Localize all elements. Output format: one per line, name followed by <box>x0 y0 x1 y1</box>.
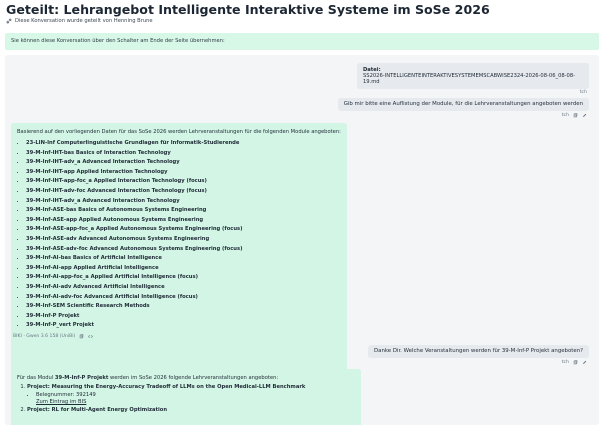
user-message-2: Danke Dir. Welche Veranstaltungen werden… <box>367 345 589 358</box>
copy-icon[interactable] <box>573 360 578 365</box>
module-list-item: 39-M-Inf-AI-adv Advanced Artificial Inte… <box>26 283 341 293</box>
module-list-item: 39-M-Inf-IHT-adv-foc Advanced Interactio… <box>26 187 341 197</box>
page-title: Geteilt: Lehrangebot Intelligente Intera… <box>6 2 490 17</box>
module-list-item: 39-M-Inf-AI-app Applied Artificial Intel… <box>26 264 341 274</box>
user-message-1-meta: tch <box>562 113 587 118</box>
ai-message-2: Für das Modul 39-M-Inf-P Projekt werden … <box>11 369 361 425</box>
module-list-item: 39-M-Inf-AI-app-foc_a Applied Artificial… <box>26 273 341 283</box>
course-list: Project: Measuring the Energy-Accuracy T… <box>17 384 355 413</box>
ai-message-1-meta: BIKI · Gwen 3.6 158 (UniBi) <box>13 334 94 339</box>
course-item: Project: RL for Multi-Agent Energy Optim… <box>27 407 355 413</box>
module-list-item: 39-M-Inf-AI-adv-foc Advanced Artificial … <box>26 293 341 303</box>
course-title: Project: Measuring the Energy-Accuracy T… <box>27 384 306 390</box>
intro-module: 39-M-Inf-P Projekt <box>54 375 109 381</box>
module-list-item: 39-M-Inf-ASE-adv Advanced Autonomous Sys… <box>26 235 341 245</box>
file-name[interactable]: SS2026-INTELLIGENTEINTERAKTIVESYSTEMEMSC… <box>363 73 583 85</box>
intro-text: Für das Modul <box>17 375 55 381</box>
belegnummer: Belegnummer: 392149 <box>36 392 355 398</box>
module-list-item: 39-M-Inf-IHT-app Applied Interaction Tec… <box>26 168 341 178</box>
course-title: Project: RL for Multi-Agent Energy Optim… <box>27 407 168 413</box>
intro-text: werden im SoSe 2026 folgende Lehrveranst… <box>108 375 279 381</box>
module-list-item: 39-M-Inf-ASE-app Applied Autonomous Syst… <box>26 216 341 226</box>
ai-message-1-model: BIKI · Gwen 3.6 158 (UniBi) <box>13 334 76 339</box>
ai-message-1-intro: Basierend auf den vorliegenden Daten für… <box>17 129 341 135</box>
chat-panel: Datei: SS2026-INTELLIGENTEINTERAKTIVESYS… <box>5 55 599 425</box>
edit-icon[interactable] <box>582 113 587 118</box>
ai-message-2-intro: Für das Modul 39-M-Inf-P Projekt werden … <box>17 375 355 381</box>
module-list-item: 39-M-Inf-SEM Scientific Research Methods <box>26 302 341 312</box>
edit-icon[interactable] <box>582 360 587 365</box>
module-list-item: 39-M-Inf-IHT-bas Basics of Interaction T… <box>26 149 341 159</box>
bis-link[interactable]: Zum Eintrag im BIS <box>36 399 86 405</box>
module-list: 23-LIN-Inf Computerlinguistische Grundla… <box>17 139 341 331</box>
module-list-item: 39-M-Inf-P Projekt <box>26 312 341 322</box>
module-list-item: 39-M-Inf-ASE-adv-foc Advanced Autonomous… <box>26 245 341 255</box>
user-message-1: Gib mir bitte eine Auflistung der Module… <box>337 98 589 111</box>
course-details: Belegnummer: 392149 Zum Eintrag im BIS <box>27 392 355 405</box>
module-list-item: 39-M-Inf-IHT-adv_a Advanced Interaction … <box>26 158 341 168</box>
module-list-item: 39-M-Inf-IHT-adv_a Advanced Interaction … <box>26 197 341 207</box>
file-message: Datei: SS2026-INTELLIGENTEINTERAKTIVESYS… <box>357 63 589 89</box>
takeover-notice: Sie können diese Konversation über den S… <box>5 33 599 50</box>
code-icon[interactable] <box>88 334 94 339</box>
user-message-1-author: tch <box>561 113 569 118</box>
user-message-2-meta: tch <box>562 360 587 365</box>
module-list-item: 39-M-Inf-ASE-app-foc_a Applied Autonomou… <box>26 225 341 235</box>
shared-by-line: Diese Konversation wurde geteilt von Hen… <box>6 18 153 24</box>
module-list-item: 39-M-Inf-ASE-bas Basics of Autonomous Sy… <box>26 206 341 216</box>
module-list-item: 39-M-Inf-AI-bas Basics of Artificial Int… <box>26 254 341 264</box>
module-list-item: 39-M-Inf-P_vert Projekt <box>26 321 341 331</box>
course-item: Project: Measuring the Energy-Accuracy T… <box>27 384 355 405</box>
module-list-item: 39-M-Inf-IHT-app-foc_a Applied Interacti… <box>26 177 341 187</box>
user-message-2-author: tch <box>561 360 569 365</box>
file-message-author: tch <box>579 90 587 95</box>
module-list-item: 23-LIN-Inf Computerlinguistische Grundla… <box>26 139 341 149</box>
shared-by-text: Diese Konversation wurde geteilt von Hen… <box>15 18 153 24</box>
copy-icon[interactable] <box>79 334 84 339</box>
ai-message-1: Basierend auf den vorliegenden Daten für… <box>11 123 347 387</box>
copy-icon[interactable] <box>573 113 578 118</box>
link-icon <box>6 18 12 24</box>
bis-link-item: Zum Eintrag im BIS <box>36 399 355 405</box>
